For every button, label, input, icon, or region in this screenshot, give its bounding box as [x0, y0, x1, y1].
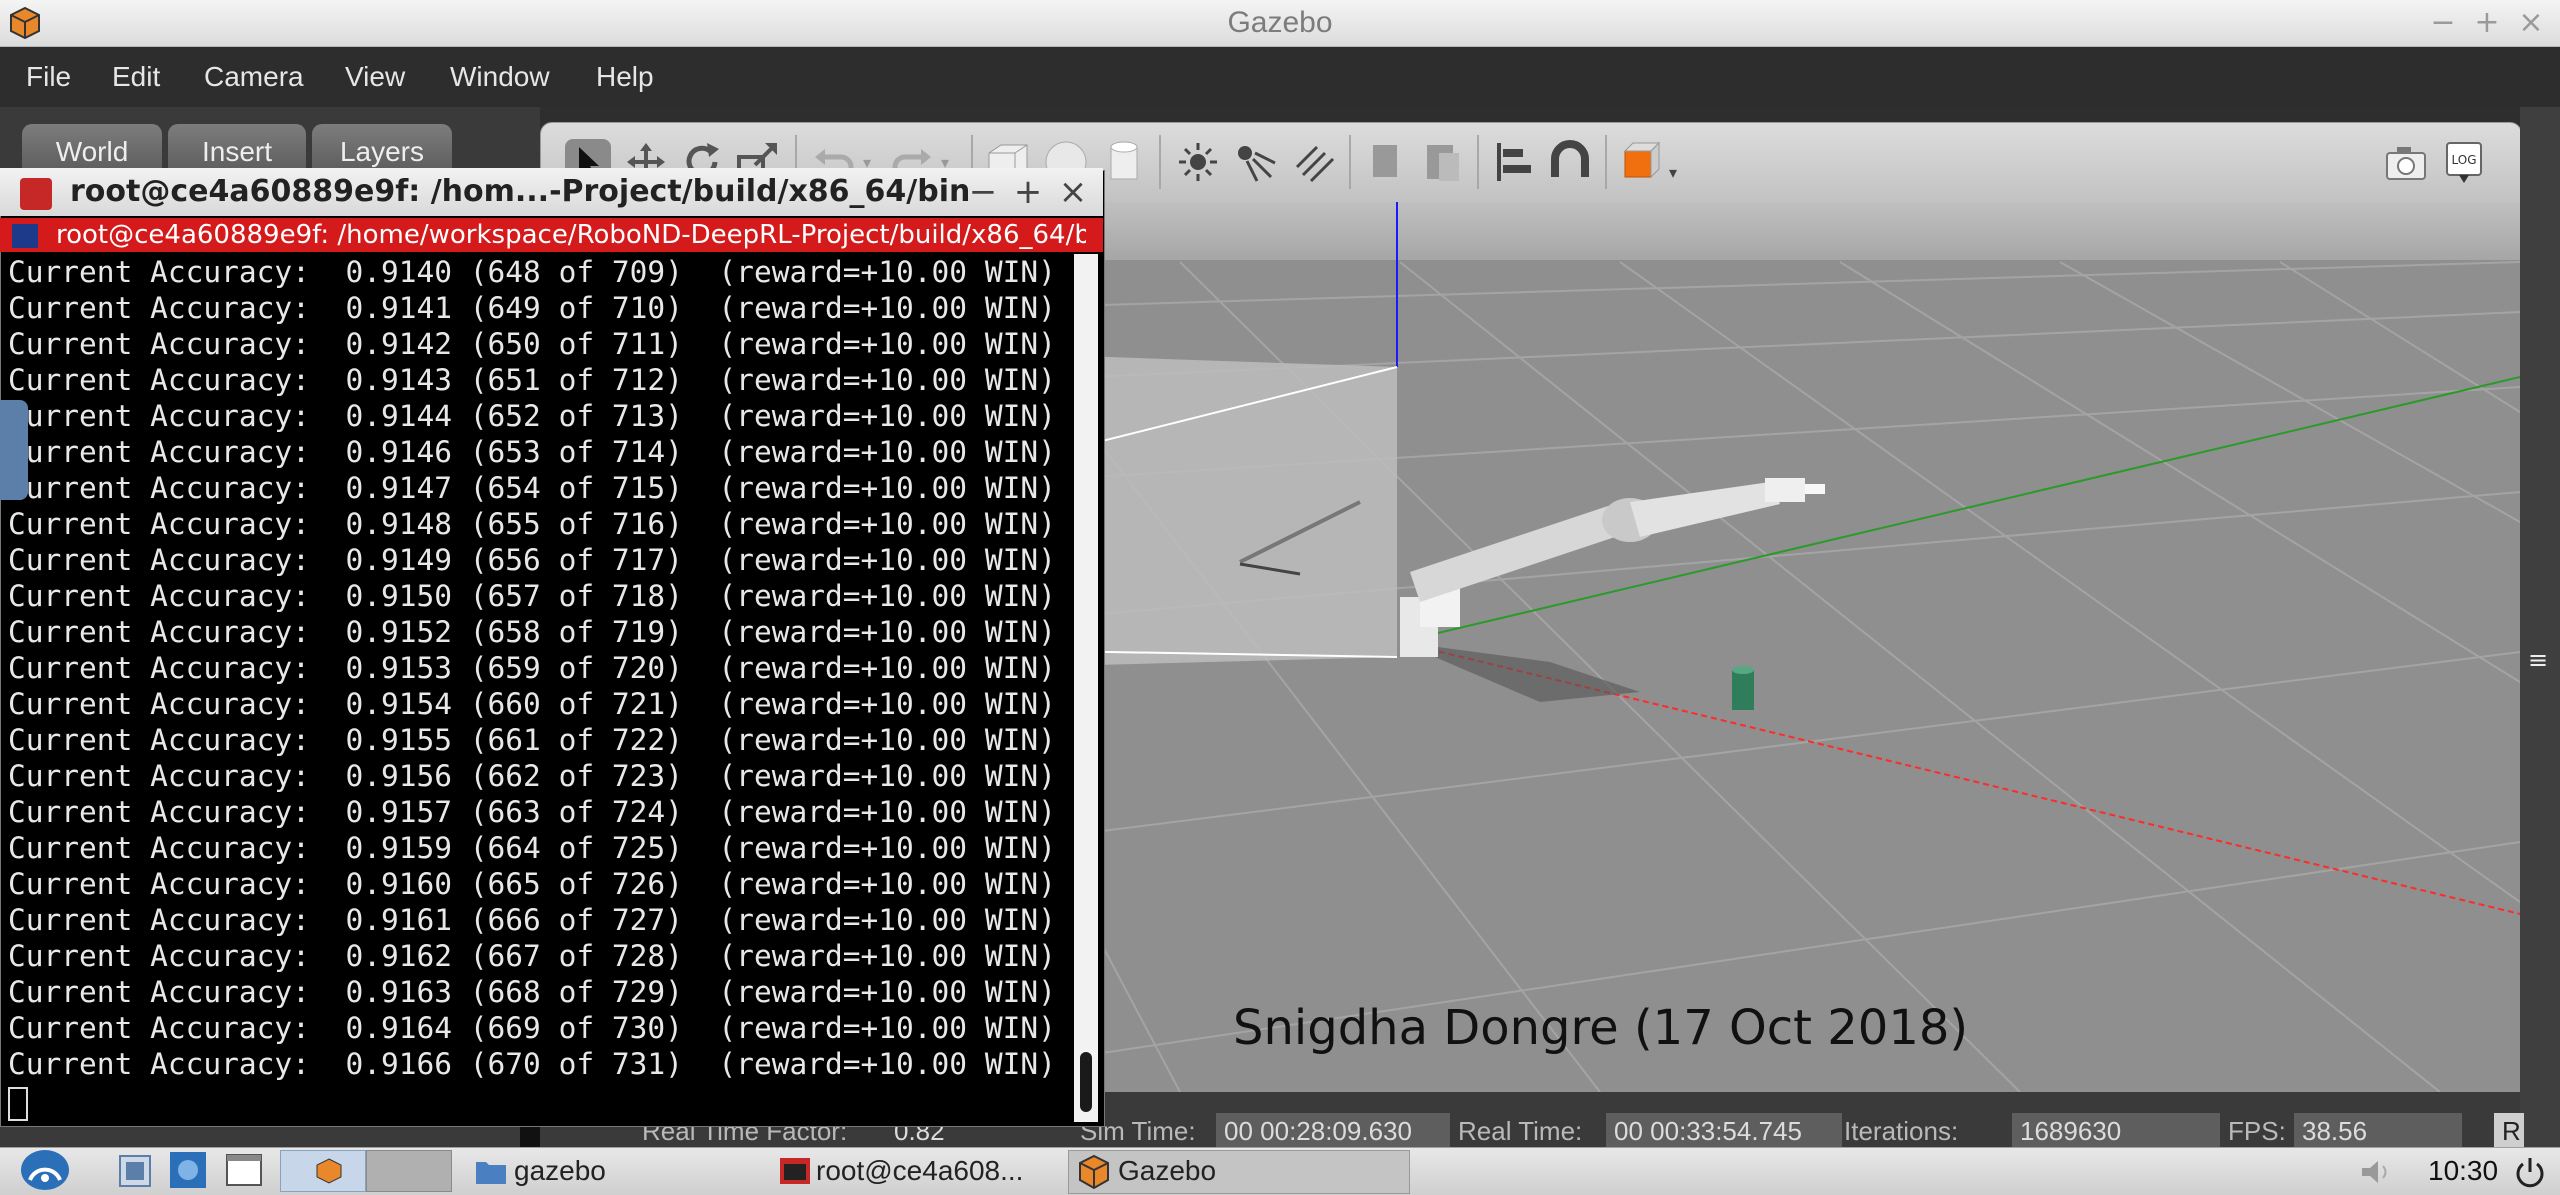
terminal-minimize-button[interactable]: − — [966, 168, 1000, 216]
window-icon[interactable] — [224, 1150, 264, 1190]
menu-file[interactable]: File — [26, 47, 71, 107]
cylinder-shape-icon[interactable] — [1099, 137, 1149, 187]
menu-help[interactable]: Help — [596, 47, 654, 107]
spot-light-icon[interactable] — [1231, 137, 1281, 187]
iterations-value: 1689630 — [2012, 1113, 2220, 1147]
power-icon[interactable] — [2512, 1154, 2548, 1190]
terminal-line: Current Accuracy: 0.9157 (663 of 724) (r… — [8, 795, 1056, 829]
workspace-2[interactable] — [366, 1150, 452, 1192]
terminal-line: Current Accuracy: 0.9147 (654 of 715) (r… — [8, 471, 1056, 505]
taskbar-terminal-icon — [780, 1158, 810, 1184]
snap-icon[interactable] — [1545, 137, 1595, 187]
terminal-line: Current Accuracy: 0.9154 (660 of 721) (r… — [8, 687, 1056, 721]
reset-button[interactable]: R — [2494, 1113, 2524, 1147]
terminal-close-button[interactable]: × — [1056, 168, 1090, 216]
gazebo-close-button[interactable]: × — [2516, 4, 2546, 42]
terminal-line: Current Accuracy: 0.9150 (657 of 718) (r… — [8, 579, 1056, 613]
view-angle-icon[interactable] — [1617, 137, 1667, 187]
terminal-line: Current Accuracy: 0.9164 (669 of 730) (r… — [8, 1011, 1056, 1045]
terminal-line: Current Accuracy: 0.9163 (668 of 729) (r… — [8, 975, 1056, 1009]
terminal-line: Current Accuracy: 0.9153 (659 of 720) (r… — [8, 651, 1056, 685]
paste-icon[interactable] — [1417, 137, 1467, 187]
terminal-line: Current Accuracy: 0.9160 (665 of 726) (r… — [8, 867, 1056, 901]
terminal-line: Current Accuracy: 0.9155 (661 of 722) (r… — [8, 723, 1056, 757]
menu-window[interactable]: Window — [450, 47, 550, 107]
taskbar-item-terminal[interactable]: root@ce4a608... — [816, 1151, 1023, 1191]
right-panel-handle-icon[interactable]: ≡ — [2528, 646, 2548, 674]
fps-label: FPS: — [2228, 1116, 2286, 1146]
terminal-line: Current Accuracy: 0.9159 (664 of 725) (r… — [8, 831, 1056, 865]
terminal-tab-icon — [12, 224, 38, 248]
terminal-line: Current Accuracy: 0.9152 (658 of 719) (r… — [8, 615, 1056, 649]
terminal-scrollbar-thumb[interactable] — [1080, 1052, 1092, 1112]
workspace-1[interactable] — [280, 1150, 366, 1192]
gazebo-window-title: Gazebo — [1227, 6, 1333, 39]
file-manager-icon[interactable] — [116, 1150, 156, 1190]
real-time-label: Real Time: — [1458, 1116, 1583, 1146]
terminal-line: Current Accuracy: 0.9166 (670 of 731) (r… — [8, 1047, 1056, 1081]
play-pause-icon[interactable] — [520, 1125, 540, 1147]
terminal-line: Current Accuracy: 0.9161 (666 of 727) (r… — [8, 903, 1056, 937]
terminal-line: Current Accuracy: 0.9146 (653 of 714) (r… — [8, 435, 1056, 469]
watermark-text: Snigdha Dongre (17 Oct 2018) — [1233, 1000, 1969, 1056]
real-time-value: 00 00:33:54.745 — [1606, 1113, 1842, 1147]
volume-icon[interactable] — [2358, 1158, 2394, 1186]
terminal-line: Current Accuracy: 0.9149 (656 of 717) (r… — [8, 543, 1056, 577]
app-menu-icon[interactable] — [18, 1148, 72, 1192]
clock[interactable]: 10:30 — [2428, 1147, 2498, 1194]
point-light-icon[interactable] — [1173, 137, 1223, 187]
gazebo-maximize-button[interactable]: + — [2472, 4, 2502, 42]
svg-text:LOG: LOG — [2451, 153, 2476, 167]
terminal-line: Current Accuracy: 0.9141 (649 of 710) (r… — [8, 291, 1056, 325]
network-icon[interactable] — [168, 1150, 208, 1190]
folder-icon — [476, 1162, 506, 1184]
align-icon[interactable] — [1489, 137, 1539, 187]
gazebo-app-icon — [10, 6, 40, 40]
menu-view[interactable]: View — [345, 47, 405, 107]
menu-camera[interactable]: Camera — [204, 47, 304, 107]
gazebo-workspace-icon — [316, 1158, 342, 1184]
side-dock-handle[interactable] — [0, 400, 28, 500]
terminal-line: Current Accuracy: 0.9143 (651 of 712) (r… — [8, 363, 1056, 397]
directional-light-icon[interactable] — [1289, 137, 1339, 187]
taskbar-item-gazebo-label: Gazebo — [1118, 1155, 1217, 1186]
gazebo-taskbar-icon — [1079, 1154, 1109, 1190]
terminal-line: Current Accuracy: 0.9142 (650 of 711) (r… — [8, 327, 1056, 361]
copy-icon[interactable] — [1361, 137, 1411, 187]
terminal-output: Current Accuracy: 0.9140 (648 of 709) (r… — [8, 254, 1068, 1082]
terminal-scrollbar[interactable] — [1074, 254, 1098, 1122]
terminal-icon — [20, 178, 52, 210]
log-icon[interactable]: LOG — [2439, 137, 2489, 187]
menu-edit[interactable]: Edit — [112, 47, 160, 107]
terminal-line: Current Accuracy: 0.9144 (652 of 713) (r… — [8, 399, 1056, 433]
terminal-line: Current Accuracy: 0.9148 (655 of 716) (r… — [8, 507, 1056, 541]
terminal-line: Current Accuracy: 0.9140 (648 of 709) (r… — [8, 255, 1056, 289]
sim-time-value: 00 00:28:09.630 — [1216, 1113, 1450, 1147]
terminal-line: Current Accuracy: 0.9162 (667 of 728) (r… — [8, 939, 1056, 973]
terminal-cursor — [8, 1087, 28, 1121]
terminal-tab-title[interactable]: root@ce4a60889e9f: /home/workspace/RoboN… — [56, 218, 1086, 252]
taskbar-item-gazebo-folder[interactable]: gazebo — [514, 1151, 606, 1191]
right-panel-collapsed[interactable] — [2520, 107, 2560, 1147]
terminal-maximize-button[interactable]: + — [1011, 168, 1045, 216]
screenshot-icon[interactable] — [2381, 137, 2431, 187]
gazebo-minimize-button[interactable]: − — [2428, 4, 2458, 42]
iterations-label: Iterations: — [1844, 1116, 1959, 1146]
terminal-window-title: root@ce4a60889e9f: /hom...-Project/build… — [70, 174, 971, 209]
fps-value: 38.56 — [2294, 1113, 2462, 1147]
terminal-line: Current Accuracy: 0.9156 (662 of 723) (r… — [8, 759, 1056, 793]
